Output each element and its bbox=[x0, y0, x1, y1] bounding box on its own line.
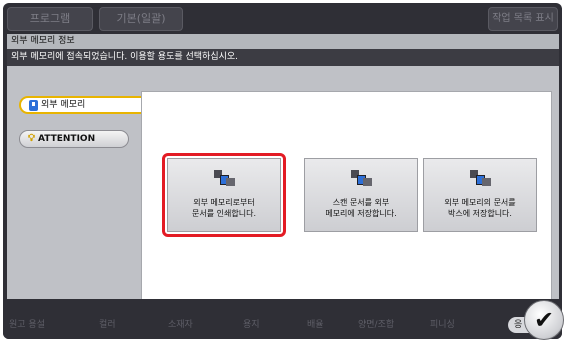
save-memory-to-box-button[interactable]: 외부 메모리의 문서를 박스에 저장합니다. bbox=[423, 158, 537, 232]
bottom-tab-original[interactable]: 원고 용설 bbox=[9, 317, 45, 330]
side-tab-external-memory[interactable]: 외부 메모리 bbox=[19, 96, 141, 114]
bottom-tab-color[interactable]: 컬러 bbox=[99, 317, 116, 330]
options-panel: 외부 메모리로부터 문서를 인쇄합니다. 스캔 문서를 외부 메모리에 저장합니… bbox=[141, 91, 552, 329]
bottom-tab-duplex[interactable]: 양면/조합 bbox=[358, 317, 394, 330]
save-scan-to-memory-button[interactable]: 스캔 문서를 외부 메모리에 저장합니다. bbox=[304, 158, 418, 232]
save-memory-to-box-label: 외부 메모리의 문서를 박스에 저장합니다. bbox=[444, 198, 516, 218]
save-scan-to-memory-label: 스캔 문서를 외부 메모리에 저장합니다. bbox=[325, 198, 397, 218]
control-panel: 프로그램 기본(일괄) 작업 목록 표시 외부 메모리 정보 외부 메모리에 접… bbox=[3, 3, 562, 339]
dialog-message: 외부 메모리에 접속되었습니다. 이용할 용도를 선택하십시오. bbox=[7, 49, 559, 66]
bottom-tab-finishing[interactable]: 피니싱 bbox=[430, 317, 455, 330]
side-tab-attention[interactable]: 💡︎ ATTENTION bbox=[19, 130, 129, 148]
tab-program[interactable]: 프로그램 bbox=[7, 7, 93, 31]
bottom-tab-density[interactable]: 소재자 bbox=[168, 317, 193, 330]
save-memory-to-box-icon bbox=[470, 170, 491, 188]
lightbulb-icon: 💡︎ bbox=[28, 133, 35, 144]
checkmark-icon: ✔ bbox=[533, 306, 555, 334]
bottom-tab-paper[interactable]: 용지 bbox=[243, 317, 260, 330]
usb-memory-icon bbox=[29, 99, 38, 111]
dialog-title: 외부 메모리 정보 bbox=[7, 34, 559, 49]
bottom-function-bar: 원고 용설 컬러 소재자 용지 배율 양면/조합 피니싱 bbox=[3, 299, 562, 339]
save-scan-to-memory-icon bbox=[351, 170, 372, 188]
tab-basic[interactable]: 기본(일괄) bbox=[99, 7, 183, 31]
job-list-button[interactable]: 작업 목록 표시 bbox=[488, 7, 558, 31]
side-tab-attention-label: ATTENTION bbox=[38, 134, 96, 144]
side-tab-external-memory-label: 외부 메모리 bbox=[41, 100, 86, 110]
selection-highlight bbox=[162, 153, 286, 237]
confirm-button[interactable]: ✔ bbox=[524, 300, 564, 340]
screen-frame: 프로그램 기본(일괄) 작업 목록 표시 외부 메모리 정보 외부 메모리에 접… bbox=[0, 0, 565, 343]
external-memory-dialog: 외부 메모리 정보 외부 메모리에 접속되었습니다. 이용할 용도를 선택하십시… bbox=[7, 34, 559, 329]
bottom-tab-zoom[interactable]: 배율 bbox=[307, 317, 324, 330]
